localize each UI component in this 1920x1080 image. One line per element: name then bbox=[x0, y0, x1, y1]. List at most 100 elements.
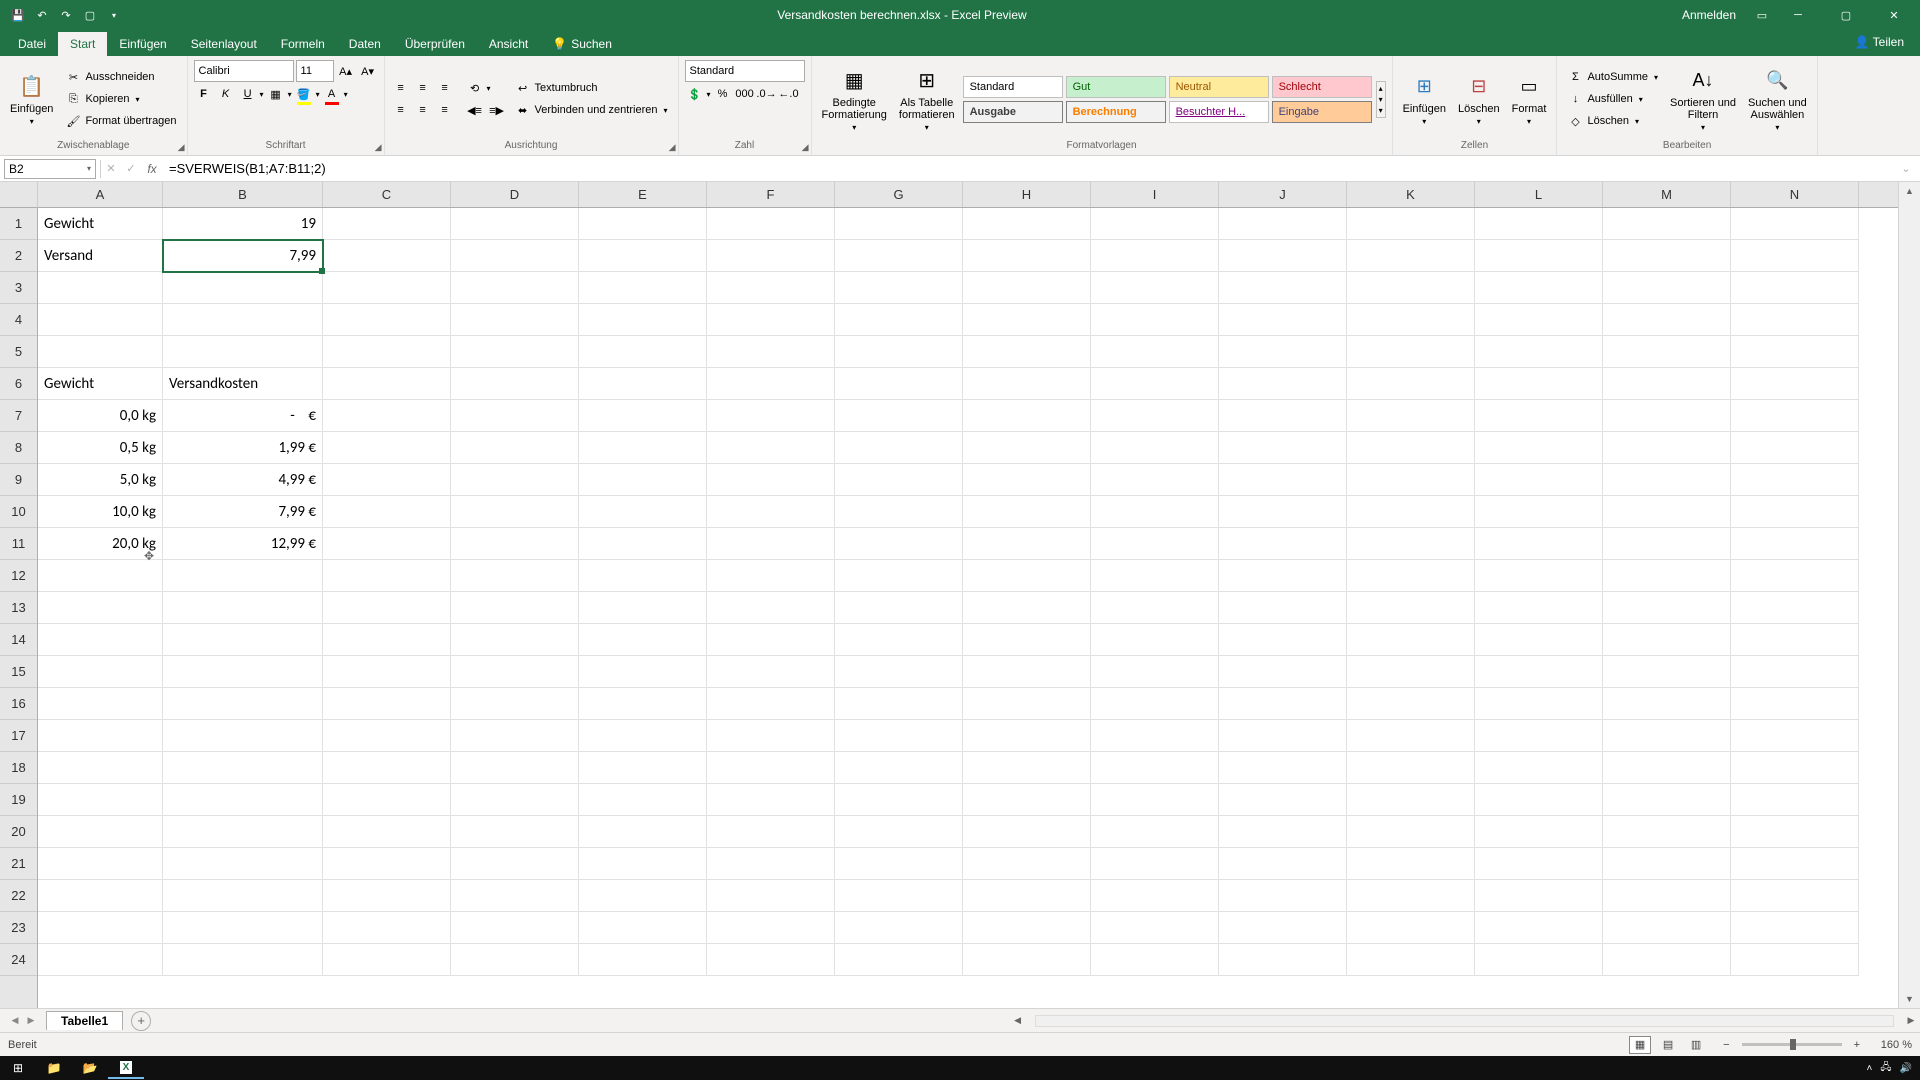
cell-A16[interactable] bbox=[38, 688, 163, 720]
cell-G1[interactable] bbox=[835, 208, 963, 240]
cell-B5[interactable] bbox=[163, 336, 323, 368]
cell-C23[interactable] bbox=[323, 912, 451, 944]
col-header-D[interactable]: D bbox=[451, 182, 579, 207]
zoom-slider[interactable] bbox=[1742, 1043, 1842, 1046]
border-button[interactable]: ▦ bbox=[266, 84, 286, 104]
cell-J9[interactable] bbox=[1219, 464, 1347, 496]
dialog-launcher-icon[interactable]: ◢ bbox=[802, 142, 809, 153]
cell-M2[interactable] bbox=[1603, 240, 1731, 272]
align-center-icon[interactable]: ≡ bbox=[413, 100, 433, 120]
expand-formula-icon[interactable]: ⌄ bbox=[1896, 159, 1916, 179]
cell-F9[interactable] bbox=[707, 464, 835, 496]
cell-J17[interactable] bbox=[1219, 720, 1347, 752]
cell-D17[interactable] bbox=[451, 720, 579, 752]
cell-K15[interactable] bbox=[1347, 656, 1475, 688]
cell-C6[interactable] bbox=[323, 368, 451, 400]
add-sheet-button[interactable]: + bbox=[131, 1011, 151, 1031]
cell-I18[interactable] bbox=[1091, 752, 1219, 784]
cell-K10[interactable] bbox=[1347, 496, 1475, 528]
cell-H18[interactable] bbox=[963, 752, 1091, 784]
cell-M12[interactable] bbox=[1603, 560, 1731, 592]
cell-D23[interactable] bbox=[451, 912, 579, 944]
cell-L23[interactable] bbox=[1475, 912, 1603, 944]
cell-D15[interactable] bbox=[451, 656, 579, 688]
cell-B24[interactable] bbox=[163, 944, 323, 976]
cell-M23[interactable] bbox=[1603, 912, 1731, 944]
cell-G22[interactable] bbox=[835, 880, 963, 912]
cell-B14[interactable] bbox=[163, 624, 323, 656]
tab-seitenlayout[interactable]: Seitenlayout bbox=[179, 32, 269, 56]
format-cells-button[interactable]: ▭ Format▾ bbox=[1508, 69, 1551, 130]
cell-E13[interactable] bbox=[579, 592, 707, 624]
decrease-indent-icon[interactable]: ◀≡ bbox=[465, 100, 485, 120]
cell-J2[interactable] bbox=[1219, 240, 1347, 272]
cell-B15[interactable] bbox=[163, 656, 323, 688]
row-header-9[interactable]: 9 bbox=[0, 464, 37, 496]
cell-I8[interactable] bbox=[1091, 432, 1219, 464]
cell-G6[interactable] bbox=[835, 368, 963, 400]
tray-chevron-icon[interactable]: ˄ bbox=[1867, 1063, 1873, 1074]
align-right-icon[interactable]: ≡ bbox=[435, 100, 455, 120]
cell-L22[interactable] bbox=[1475, 880, 1603, 912]
cell-G13[interactable] bbox=[835, 592, 963, 624]
cell-F7[interactable] bbox=[707, 400, 835, 432]
cell-A20[interactable] bbox=[38, 816, 163, 848]
cell-E5[interactable] bbox=[579, 336, 707, 368]
cell-I13[interactable] bbox=[1091, 592, 1219, 624]
cell-H14[interactable] bbox=[963, 624, 1091, 656]
cell-D13[interactable] bbox=[451, 592, 579, 624]
cell-F12[interactable] bbox=[707, 560, 835, 592]
cell-H15[interactable] bbox=[963, 656, 1091, 688]
col-header-M[interactable]: M bbox=[1603, 182, 1731, 207]
cell-D9[interactable] bbox=[451, 464, 579, 496]
sort-filter-button[interactable]: A↓ Sortieren und Filtern▾ bbox=[1666, 63, 1740, 136]
cell-K7[interactable] bbox=[1347, 400, 1475, 432]
cell-M9[interactable] bbox=[1603, 464, 1731, 496]
cell-G23[interactable] bbox=[835, 912, 963, 944]
cell-L9[interactable] bbox=[1475, 464, 1603, 496]
cell-C17[interactable] bbox=[323, 720, 451, 752]
cell-B2[interactable]: 7,99 bbox=[163, 240, 323, 272]
cell-N4[interactable] bbox=[1731, 304, 1859, 336]
cell-K5[interactable] bbox=[1347, 336, 1475, 368]
cell-C13[interactable] bbox=[323, 592, 451, 624]
col-header-E[interactable]: E bbox=[579, 182, 707, 207]
cell-E19[interactable] bbox=[579, 784, 707, 816]
ribbon-display-icon[interactable]: ▭ bbox=[1754, 7, 1770, 23]
row-header-12[interactable]: 12 bbox=[0, 560, 37, 592]
cell-D8[interactable] bbox=[451, 432, 579, 464]
cell-A8[interactable]: 0,5 kg bbox=[38, 432, 163, 464]
col-header-I[interactable]: I bbox=[1091, 182, 1219, 207]
redo-icon[interactable]: ↷ bbox=[58, 7, 74, 23]
cell-M6[interactable] bbox=[1603, 368, 1731, 400]
cell-G18[interactable] bbox=[835, 752, 963, 784]
cell-L24[interactable] bbox=[1475, 944, 1603, 976]
col-header-A[interactable]: A bbox=[38, 182, 163, 207]
cell-K8[interactable] bbox=[1347, 432, 1475, 464]
cell-I4[interactable] bbox=[1091, 304, 1219, 336]
cell-I2[interactable] bbox=[1091, 240, 1219, 272]
cell-E12[interactable] bbox=[579, 560, 707, 592]
cell-H11[interactable] bbox=[963, 528, 1091, 560]
cell-N20[interactable] bbox=[1731, 816, 1859, 848]
cell-J22[interactable] bbox=[1219, 880, 1347, 912]
style-neutral[interactable]: Neutral bbox=[1169, 76, 1269, 98]
cell-F10[interactable] bbox=[707, 496, 835, 528]
select-all-button[interactable] bbox=[0, 182, 38, 208]
cell-E24[interactable] bbox=[579, 944, 707, 976]
cell-M21[interactable] bbox=[1603, 848, 1731, 880]
cell-I19[interactable] bbox=[1091, 784, 1219, 816]
cell-N5[interactable] bbox=[1731, 336, 1859, 368]
cell-H3[interactable] bbox=[963, 272, 1091, 304]
cell-M15[interactable] bbox=[1603, 656, 1731, 688]
cell-G7[interactable] bbox=[835, 400, 963, 432]
cell-C4[interactable] bbox=[323, 304, 451, 336]
cell-B23[interactable] bbox=[163, 912, 323, 944]
cell-K14[interactable] bbox=[1347, 624, 1475, 656]
cell-C24[interactable] bbox=[323, 944, 451, 976]
cell-D21[interactable] bbox=[451, 848, 579, 880]
cell-E10[interactable] bbox=[579, 496, 707, 528]
row-header-2[interactable]: 2 bbox=[0, 240, 37, 272]
row-header-3[interactable]: 3 bbox=[0, 272, 37, 304]
tray-volume-icon[interactable]: 🔊 bbox=[1900, 1063, 1912, 1074]
